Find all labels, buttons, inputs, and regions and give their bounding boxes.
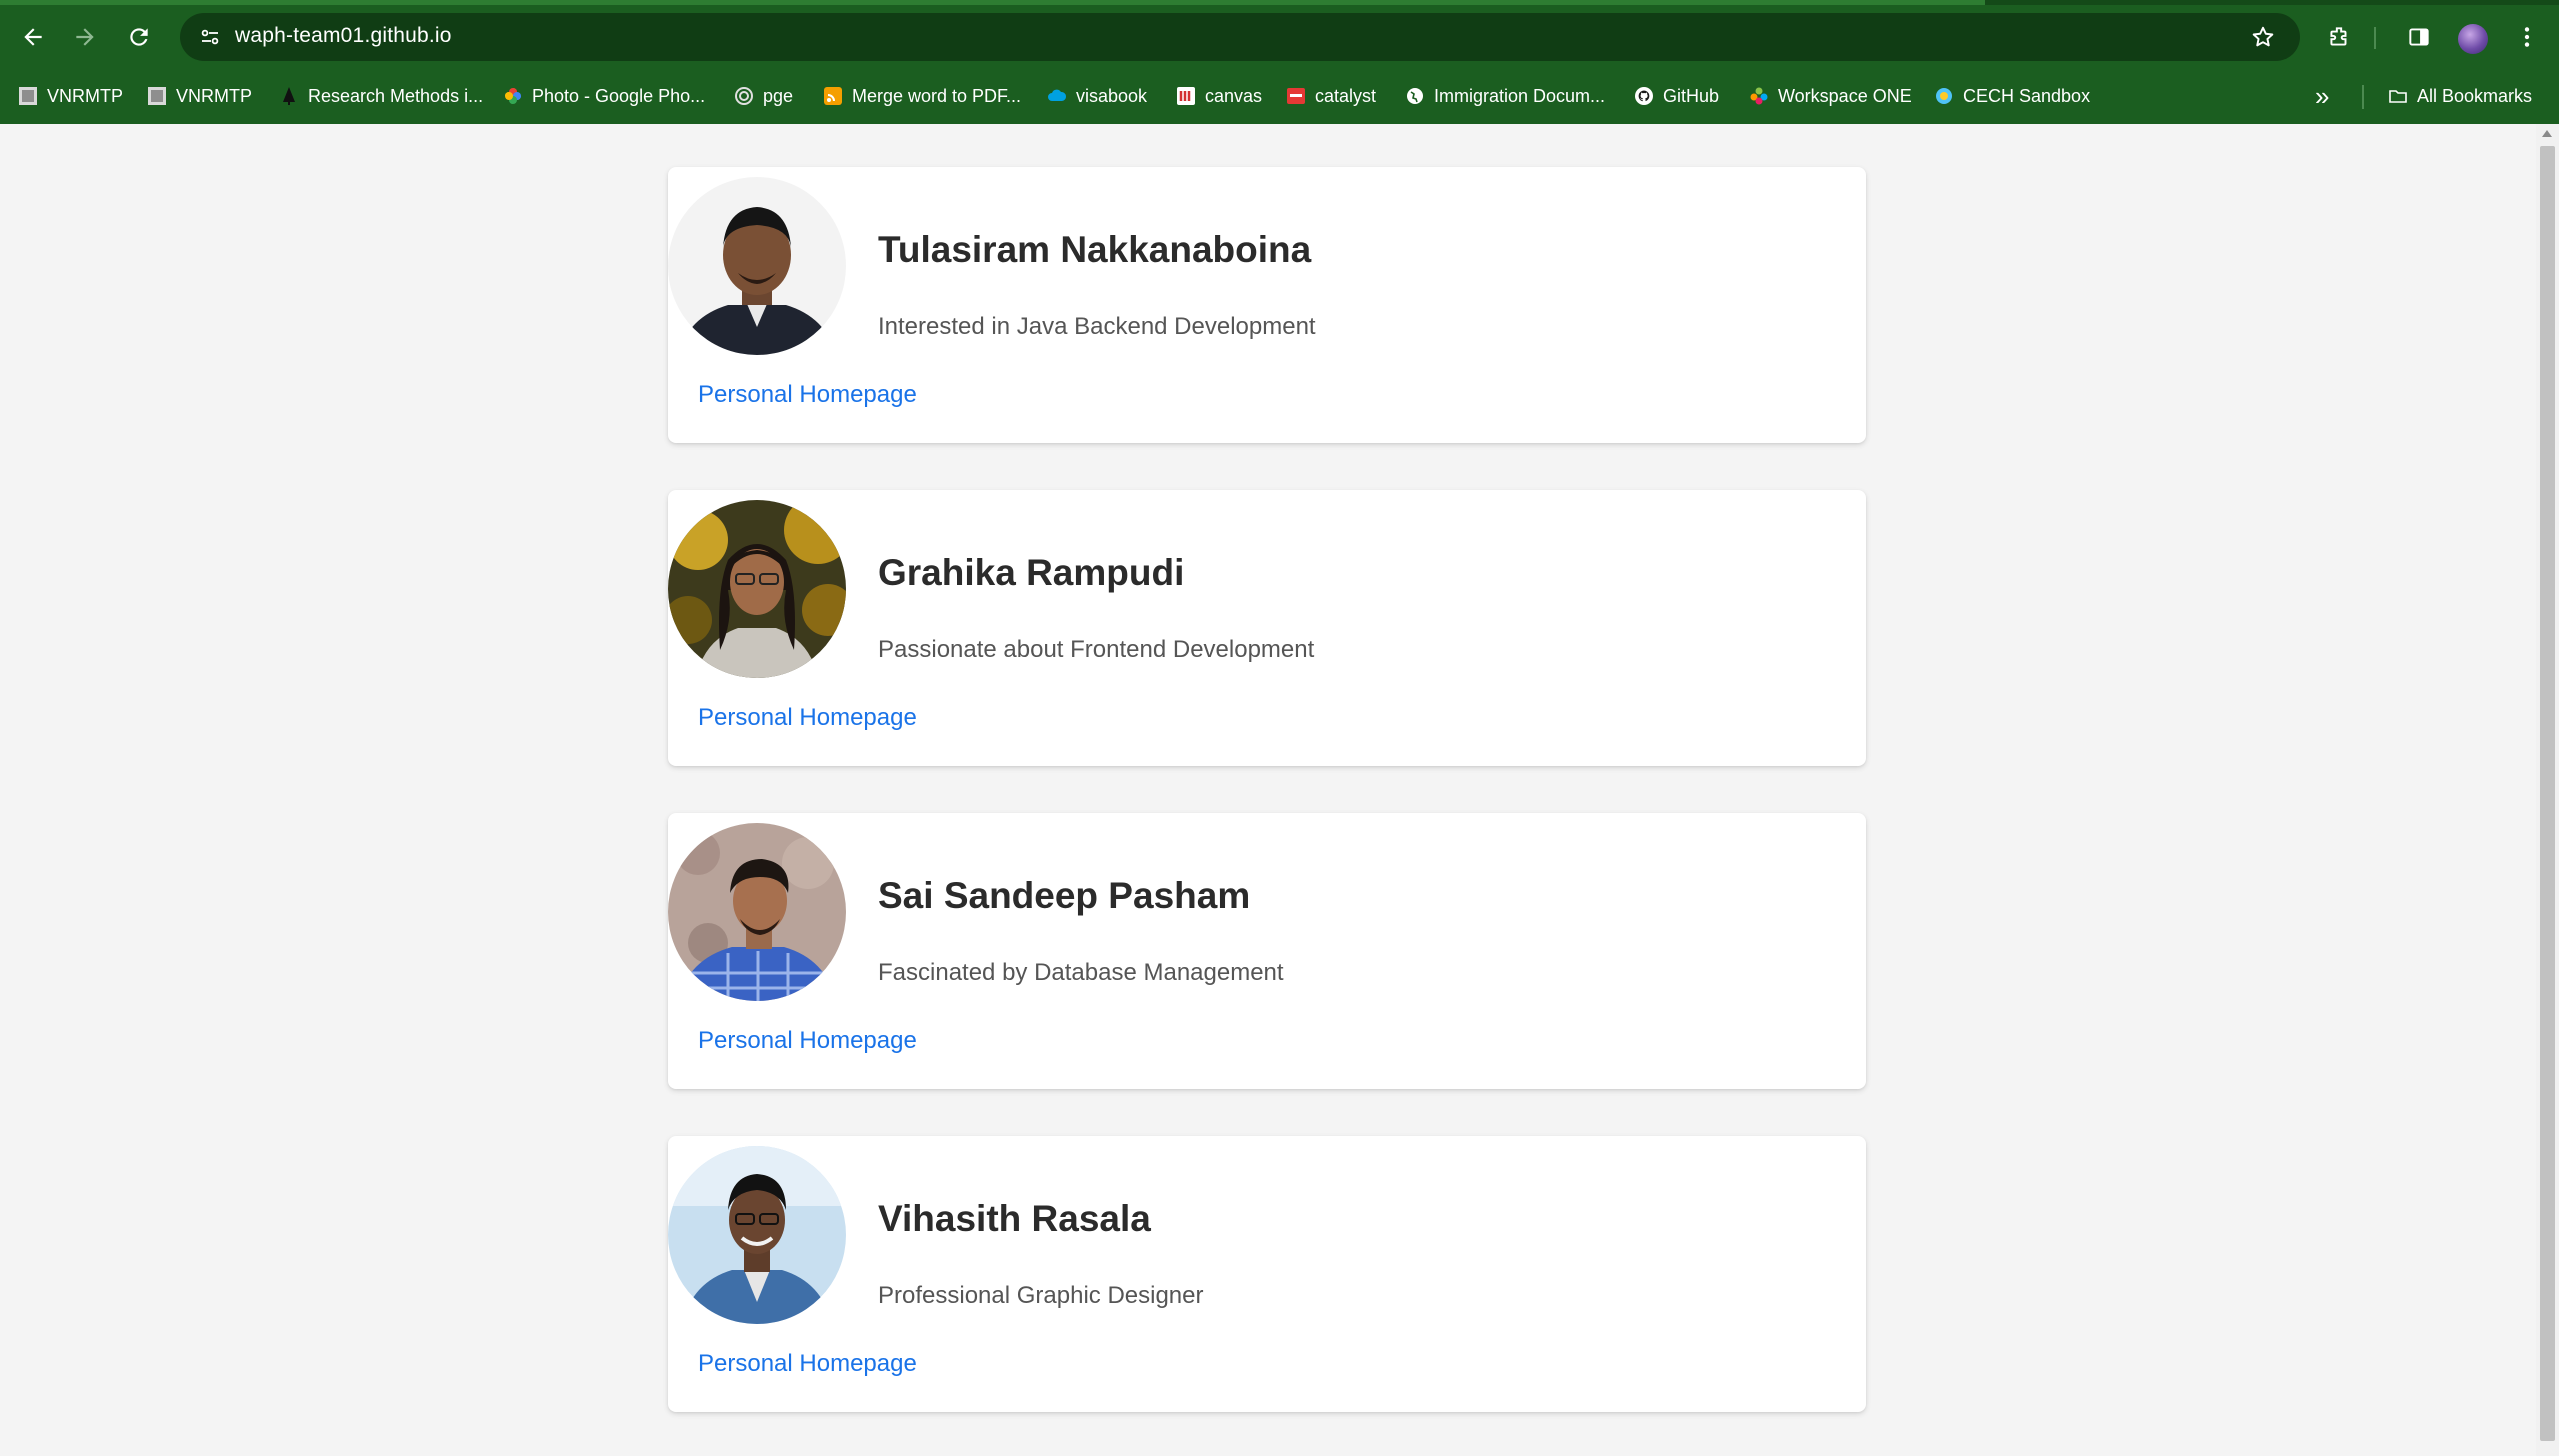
member-bio: Passionate about Frontend Development <box>878 636 1315 663</box>
profile-avatar-button[interactable] <box>2458 24 2488 54</box>
kebab-menu-icon <box>2524 27 2530 47</box>
team-member-card: Sai Sandeep Pasham Fascinated by Databas… <box>668 813 1866 1089</box>
bookmarks-bar: VNRMTP VNRMTP Research Methods i... Phot… <box>0 69 2559 124</box>
canvas-icon <box>1176 86 1196 106</box>
extensions-button[interactable] <box>2318 16 2360 58</box>
scroll-up-arrow-icon[interactable] <box>2542 130 2552 137</box>
forward-button[interactable] <box>64 16 106 58</box>
back-button[interactable] <box>12 16 54 58</box>
side-panel-button[interactable] <box>2398 16 2440 58</box>
image-icon <box>18 86 38 106</box>
globe-icon <box>1934 86 1954 106</box>
page-content: Tulasiram Nakkanaboina Interested in Jav… <box>0 124 2536 1456</box>
personal-homepage-link[interactable]: Personal Homepage <box>698 704 917 732</box>
star-icon <box>2252 26 2274 47</box>
profile-photo <box>668 177 846 355</box>
personal-homepage-link[interactable]: Personal Homepage <box>698 1027 917 1055</box>
workspace-icon <box>1749 86 1769 106</box>
browser-menu-button[interactable] <box>2506 16 2548 58</box>
member-name: Sai Sandeep Pasham <box>878 875 1251 916</box>
bookmark-item[interactable]: catalyst <box>1286 79 1376 113</box>
image-icon <box>147 86 167 106</box>
bookmark-item[interactable]: Workspace ONE <box>1749 79 1912 113</box>
personal-homepage-link[interactable]: Personal Homepage <box>698 381 917 409</box>
globe-icon <box>1405 86 1425 106</box>
member-name: Vihasith Rasala <box>878 1198 1151 1239</box>
catalyst-icon <box>1286 86 1306 106</box>
team-member-card: Vihasith Rasala Professional Graphic Des… <box>668 1136 1866 1412</box>
bookmark-item[interactable]: GitHub <box>1634 79 1719 113</box>
bookmark-item[interactable]: pge <box>734 79 793 113</box>
page-scrollbar[interactable] <box>2536 124 2559 1456</box>
arrow-left-icon <box>24 28 42 46</box>
profile-photo <box>668 1146 846 1324</box>
tune-icon <box>201 29 219 45</box>
cloud-icon <box>1047 86 1067 106</box>
reload-icon <box>130 28 148 46</box>
all-bookmarks-button[interactable]: All Bookmarks <box>2388 79 2532 113</box>
personal-homepage-link[interactable]: Personal Homepage <box>698 1350 917 1378</box>
bookmarks-overflow-chevron-icon[interactable]: » <box>2315 81 2329 112</box>
bookmark-item[interactable]: Merge word to PDF... <box>823 79 1021 113</box>
url-text[interactable]: waph-team01.github.io <box>235 24 452 48</box>
member-bio: Professional Graphic Designer <box>878 1282 1204 1309</box>
side-panel-icon <box>2409 28 2429 46</box>
team-member-card: Tulasiram Nakkanaboina Interested in Jav… <box>668 167 1866 443</box>
bookmark-item[interactable]: VNRMTP <box>18 79 123 113</box>
bookmarks-divider <box>2362 85 2364 109</box>
member-name: Tulasiram Nakkanaboina <box>878 229 1312 270</box>
folder-icon <box>2388 86 2408 106</box>
site-info-button[interactable] <box>190 17 230 57</box>
profile-photo <box>668 500 846 678</box>
pinwheel-icon <box>503 86 523 106</box>
arrow-right-icon <box>76 28 94 46</box>
tree-icon <box>279 86 299 106</box>
scrollbar-thumb[interactable] <box>2540 146 2555 1441</box>
bookmark-item[interactable]: VNRMTP <box>147 79 252 113</box>
profile-photo <box>668 823 846 1001</box>
member-name: Grahika Rampudi <box>878 552 1185 593</box>
team-member-card: Grahika Rampudi Passionate about Fronten… <box>668 490 1866 766</box>
bookmark-star-button[interactable] <box>2242 16 2284 58</box>
browser-toolbar: waph-team01.github.io <box>0 5 2559 69</box>
toolbar-divider <box>2374 27 2376 49</box>
bookmark-item[interactable]: Photo - Google Pho... <box>503 79 705 113</box>
puzzle-icon <box>2330 27 2347 46</box>
bookmark-item[interactable]: Research Methods i... <box>279 79 483 113</box>
bookmark-item[interactable]: canvas <box>1176 79 1262 113</box>
github-icon <box>1634 86 1654 106</box>
address-bar[interactable]: waph-team01.github.io <box>180 13 2300 61</box>
swirl-icon <box>734 86 754 106</box>
rss-icon <box>823 86 843 106</box>
bookmark-item[interactable]: CECH Sandbox <box>1934 79 2090 113</box>
member-bio: Fascinated by Database Management <box>878 959 1284 986</box>
bookmark-item[interactable]: visabook <box>1047 79 1147 113</box>
browser-chrome: waph-team01.github.io VNRMTP VNRMTP Rese… <box>0 0 2559 124</box>
reload-button[interactable] <box>118 16 160 58</box>
bookmark-item[interactable]: Immigration Docum... <box>1405 79 1605 113</box>
member-bio: Interested in Java Backend Development <box>878 313 1316 340</box>
